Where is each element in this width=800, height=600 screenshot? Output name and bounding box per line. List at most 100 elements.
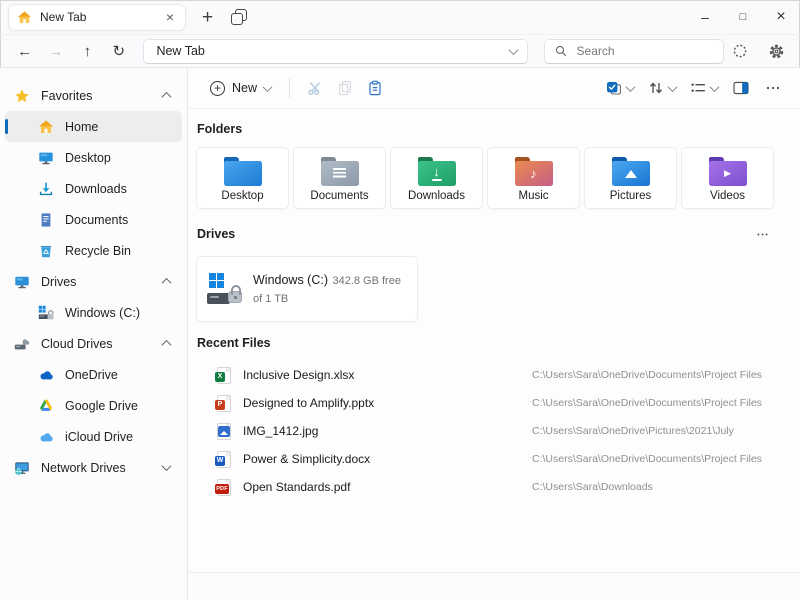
file-type-badge [218, 426, 230, 437]
hard-disk-icon [207, 293, 230, 304]
tab-close-icon[interactable]: × [163, 9, 177, 25]
sidebar-item[interactable]: Recycle Bin [5, 235, 182, 266]
sidebar-item[interactable]: Cloud Drives [5, 328, 182, 359]
sort-button[interactable] [642, 73, 682, 103]
sidebar-item-label: Network Drives [41, 461, 163, 475]
paste-button[interactable] [360, 73, 390, 103]
search-input[interactable] [575, 43, 714, 59]
folders-heading-row: Folders [197, 122, 775, 136]
file-type-badge: P [215, 400, 225, 410]
recent-file-row[interactable]: IMG_1412.jpg C:\Users\Sara\OneDrive\Pict… [196, 417, 775, 445]
folder-label: Downloads [408, 190, 465, 202]
main-pane: + New [188, 68, 800, 600]
recent-file-row[interactable]: PDF Open Standards.pdf C:\Users\Sara\Dow… [196, 473, 775, 501]
folder-card[interactable]: Desktop [196, 147, 289, 209]
address-dropdown-chevron-icon[interactable] [508, 45, 518, 55]
sidebar-item[interactable]: Downloads [5, 173, 182, 204]
folder-icon [515, 157, 553, 186]
folder-icon [321, 157, 359, 186]
file-explorer-window: New Tab × + – □ × ← → ↑ ↻ [0, 0, 800, 600]
forward-button[interactable]: → [41, 38, 70, 64]
file-type-badge: X [215, 372, 225, 382]
details-pane-icon [733, 80, 749, 96]
view-button[interactable] [684, 73, 724, 103]
recent-file-row[interactable]: X Inclusive Design.xlsx C:\Users\Sara\On… [196, 361, 775, 389]
sort-arrows-icon [648, 80, 664, 96]
sidebar-item[interactable]: Home [5, 111, 182, 142]
window-controls: – □ × [686, 0, 800, 34]
refresh-button[interactable]: ↻ [104, 38, 133, 64]
command-bar-right [600, 73, 788, 103]
drives-heading-row: Drives [197, 223, 775, 245]
recent-file-row[interactable]: W Power & Simplicity.docx C:\Users\Sara\… [196, 445, 775, 473]
details-pane-button[interactable] [726, 73, 756, 103]
copy-button[interactable] [330, 73, 360, 103]
folder-icon [709, 157, 747, 186]
new-tab-button[interactable]: + [198, 8, 217, 27]
folder-label: Desktop [221, 190, 263, 202]
more-options-button[interactable] [758, 73, 788, 103]
home-icon [17, 10, 32, 25]
recent-file-name: Open Standards.pdf [243, 480, 532, 494]
tab-new-tab[interactable]: New Tab × [8, 4, 186, 31]
address-bar[interactable] [143, 39, 527, 64]
folder-glyph-icon [515, 161, 553, 186]
sidebar-item-label: Windows (C:) [65, 306, 182, 320]
folder-card[interactable]: Documents [293, 147, 386, 209]
minimize-button[interactable]: – [686, 9, 724, 25]
recent-file-row[interactable]: P Designed to Amplify.pptx C:\Users\Sara… [196, 389, 775, 417]
sidebar-item[interactable]: Documents [5, 204, 182, 235]
chevron-down-icon [626, 82, 636, 92]
chevron-icon[interactable] [162, 92, 172, 102]
tab-title: New Tab [40, 10, 163, 24]
search-box[interactable] [544, 39, 724, 64]
drive-name: Windows (C:) [253, 273, 328, 287]
drive-info: Windows (C:) 342.8 GB free of 1 TB [253, 271, 407, 307]
folder-card[interactable]: Pictures [584, 147, 677, 209]
file-type-icon: PDF [217, 479, 231, 496]
recent-file-name: Power & Simplicity.docx [243, 452, 532, 466]
sidebar-item-icon [38, 429, 54, 445]
sidebar-item[interactable]: Network Drives [5, 452, 182, 483]
up-button[interactable]: ↑ [73, 38, 102, 64]
new-button[interactable]: + New [202, 73, 279, 103]
drives-more-button[interactable] [749, 223, 775, 245]
chevron-icon[interactable] [162, 461, 172, 471]
sidebar-item[interactable]: OneDrive [5, 359, 182, 390]
address-input[interactable] [154, 43, 509, 59]
folder-icon [418, 157, 456, 186]
folder-card[interactable]: Music [487, 147, 580, 209]
folder-card[interactable]: Videos [681, 147, 774, 209]
drives-list: Windows (C:) 342.8 GB free of 1 TB [196, 256, 775, 322]
sidebar-item-label: OneDrive [65, 368, 182, 382]
sidebar-item[interactable]: iCloud Drive [5, 421, 182, 452]
tab-list-icon[interactable] [231, 9, 247, 25]
sidebar-item[interactable]: Windows (C:) [5, 297, 182, 328]
drives-heading: Drives [197, 227, 235, 241]
folder-card[interactable]: Downloads [390, 147, 483, 209]
select-all-button[interactable] [600, 73, 640, 103]
folders-grid: Desktop Documents Downloads [196, 147, 775, 209]
drive-card[interactable]: Windows (C:) 342.8 GB free of 1 TB [196, 256, 418, 322]
recent-file-name: IMG_1412.jpg [243, 424, 532, 438]
sidebar-item[interactable]: Drives [5, 266, 182, 297]
sidebar-item[interactable]: Favorites [5, 80, 182, 111]
folder-glyph-icon [224, 161, 262, 186]
recent-file-path: C:\Users\Sara\OneDrive\Documents\Project… [532, 397, 762, 409]
chevron-icon[interactable] [162, 278, 172, 288]
dotted-circle-icon[interactable] [726, 38, 754, 64]
view-list-icon [690, 80, 706, 96]
close-button[interactable]: × [762, 8, 800, 26]
sidebar-item[interactable]: Desktop [5, 142, 182, 173]
folder-glyph-icon [612, 161, 650, 186]
maximize-button[interactable]: □ [724, 11, 762, 23]
sidebar-item-icon [38, 305, 54, 321]
folder-glyph-icon [418, 161, 456, 186]
chevron-icon[interactable] [162, 340, 172, 350]
folder-glyph-icon [321, 161, 359, 186]
sidebar-item-label: Downloads [65, 182, 182, 196]
sidebar-item[interactable]: Google Drive [5, 390, 182, 421]
settings-gear-icon[interactable] [762, 38, 790, 64]
cut-button[interactable] [300, 73, 330, 103]
back-button[interactable]: ← [10, 38, 39, 64]
